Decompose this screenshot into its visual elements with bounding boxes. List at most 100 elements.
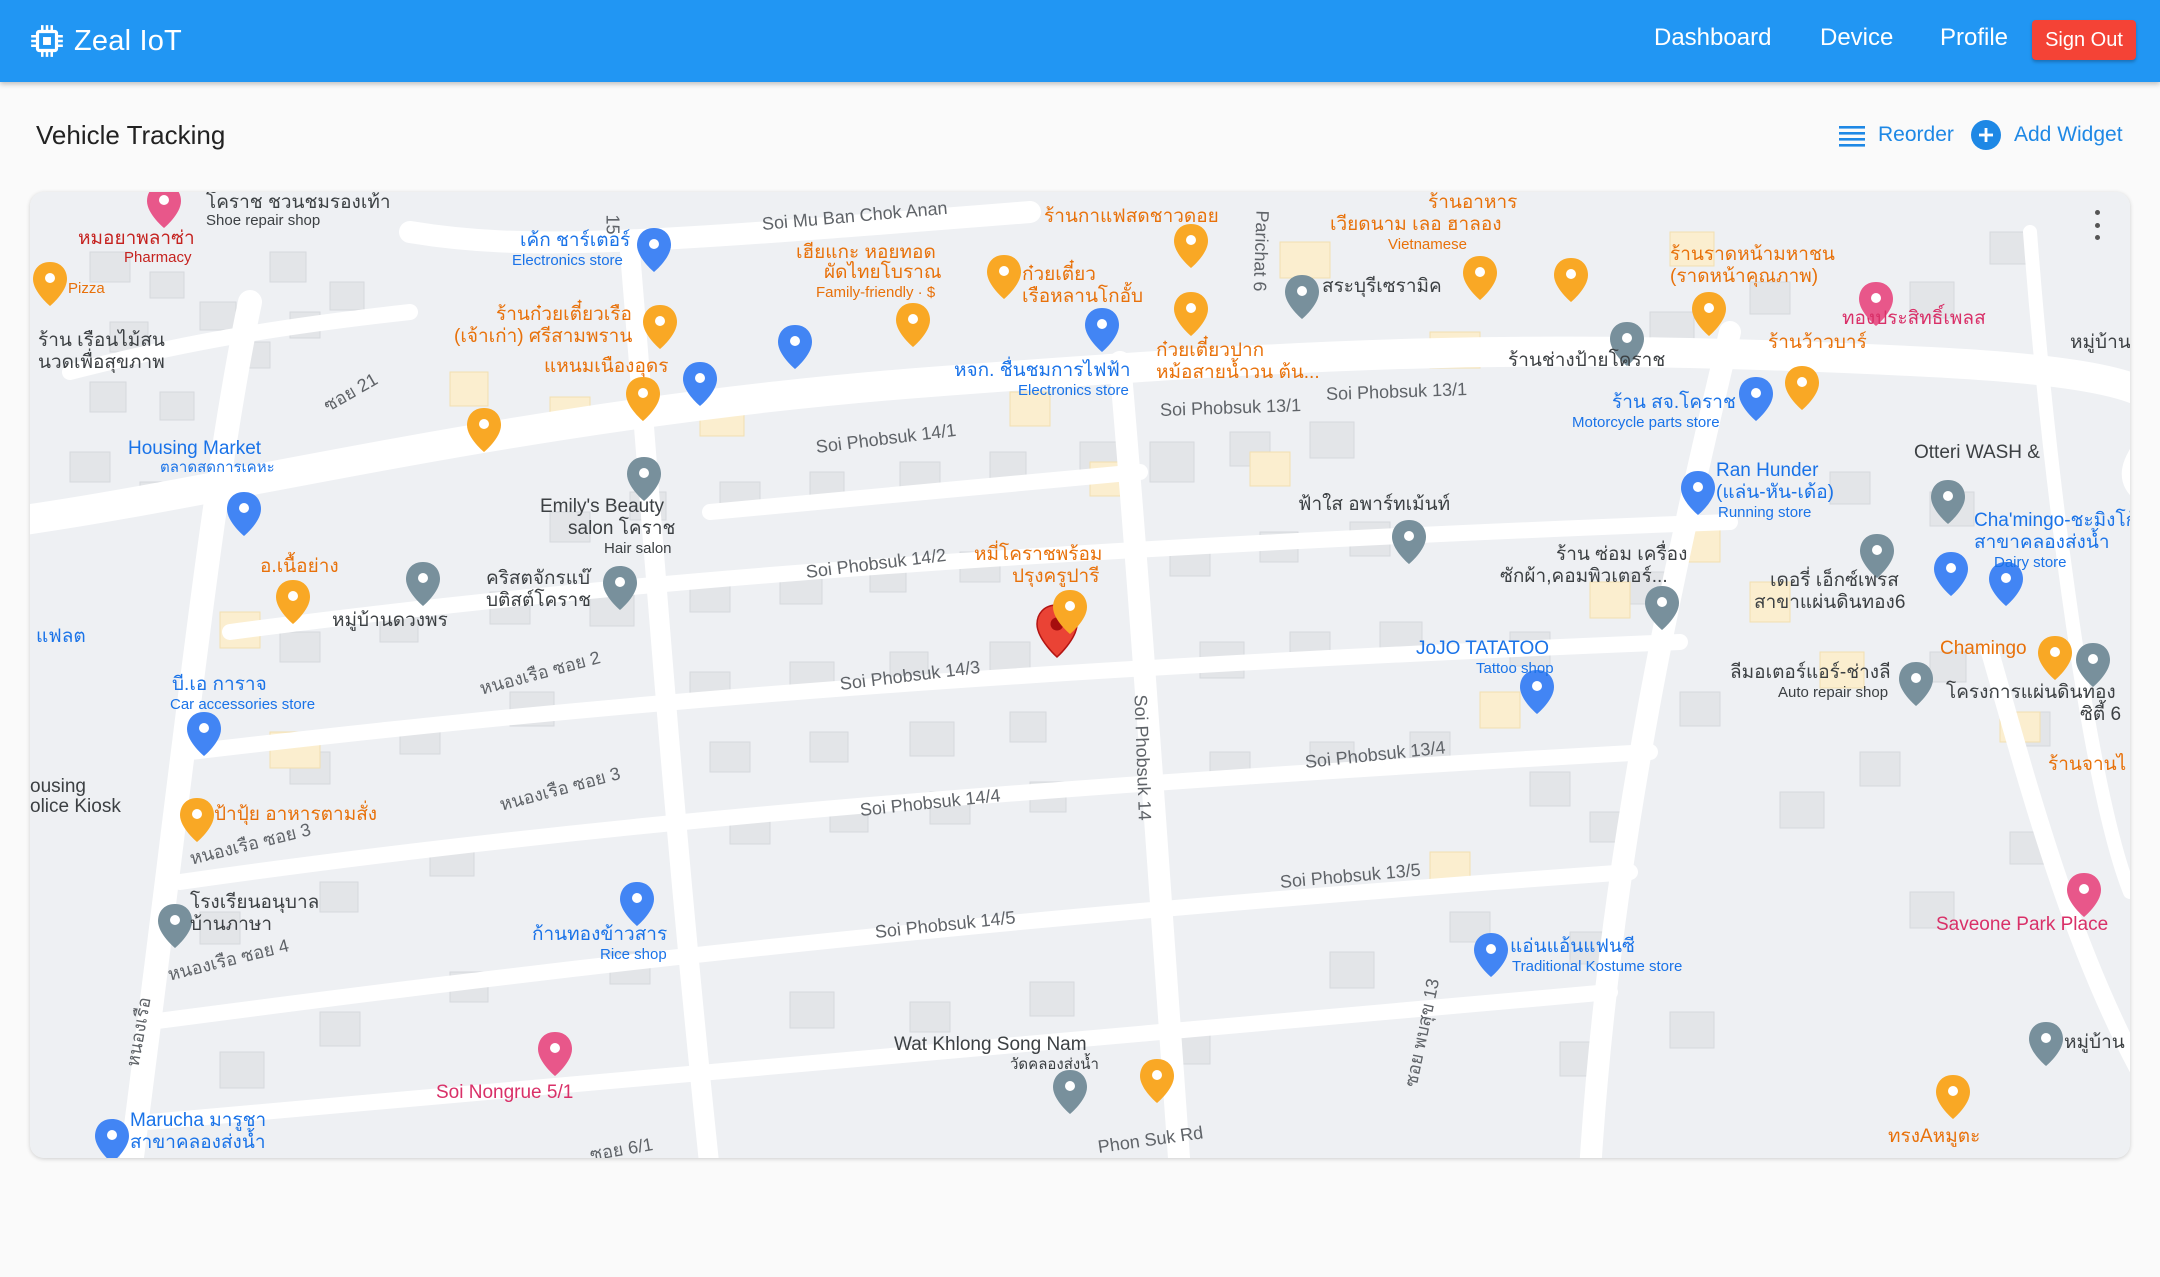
place-label: ก้านทองข้าวสาร [532, 924, 668, 945]
place-label: หมู่บ้าน [2070, 332, 2130, 353]
place-label: Marucha มารูชา [130, 1110, 267, 1131]
place-category: Traditional Kostume store [1512, 958, 1683, 975]
place-category: วัดคลองส่งน้ำ [1010, 1056, 1099, 1073]
add-widget-button[interactable]: Add Widget [1970, 119, 2123, 151]
place-label: (เจ้าเก่า) ศรีสามพราน [454, 326, 633, 347]
place-label: ก๋วยเตี๋ยวปาก [1156, 340, 1265, 361]
place-label: Chamingo [1940, 638, 2027, 659]
place-category: Family-friendly · $ [816, 284, 936, 301]
place-label: ป้าปุ้ย อาหารตามสั่ง [214, 804, 378, 825]
place-category: Vietnamese [1388, 236, 1467, 253]
nav-dashboard-link[interactable]: Dashboard [1654, 24, 1771, 52]
place-label: Emily's Beauty [540, 496, 665, 517]
place-label: หมี่โคราชพร้อม [974, 544, 1103, 565]
place-label: บี.เอ การาจ [172, 674, 267, 695]
place-label: Saveone Park Place [1936, 914, 2109, 935]
place-label: แอ่นแอ้นแฟนซี [1510, 936, 1635, 957]
place-label: (ราดหน้าคุณภาพ) [1670, 266, 1819, 287]
place-label: ร้านราดหน้ามหาชน [1670, 244, 1835, 265]
place-label: นวดเพื่อสุขภาพ [38, 352, 165, 373]
place-label: เดอรี่ เอ็กซ์เพรส [1770, 570, 1899, 591]
place-category: Auto repair shop [1778, 684, 1889, 701]
place-label: ร้านอาหาร [1428, 192, 1518, 213]
place-label: สาขาคลองส่งน้ำ [1974, 532, 2110, 553]
brand-logo-link[interactable]: Zeal IoT [28, 18, 182, 64]
place-label: Cha'mingo-ชะมิงโก้ [1974, 510, 2130, 531]
place-label: ฟ้าใส อพาร์ทเม้นท์ [1298, 494, 1451, 515]
place-label: บติสต์โคราช [486, 590, 592, 611]
place-label: ซิตี้ 6 [2080, 704, 2122, 725]
place-label: เวียดนาม เลอ ฮาลอง [1330, 214, 1502, 235]
place-category: Running store [1718, 504, 1812, 521]
place-label: สาขาแผ่นดินทอง6 [1754, 592, 1906, 613]
place-label: Housing Market [128, 438, 262, 459]
page-title: Vehicle Tracking [36, 120, 226, 150]
place-label: ร้านก๋วยเตี๋ยวเรือ [496, 304, 632, 325]
place-label: Soi Nongrue 5/1 [436, 1082, 574, 1103]
reorder-button[interactable]: Reorder [1838, 119, 1954, 151]
place-category: ตลาดสดการเคหะ [160, 459, 275, 476]
place-label: แหนมเนืองอุดร [544, 356, 669, 377]
place-label: เฮียแกะ หอยทอด [796, 242, 936, 263]
nav-device-link[interactable]: Device [1820, 24, 1893, 52]
place-label: JoJO TATATOO [1416, 638, 1550, 659]
place-label: olice Kiosk [30, 796, 121, 817]
place-label: หมอยาพลาซ่า [78, 228, 195, 249]
place-label: ซักผ้า,คอมพิวเตอร์... [1500, 566, 1668, 587]
place-label: คริสตจักรแบ๊ [486, 568, 590, 589]
place-label: ปรุงครูปารี [1012, 566, 1100, 587]
place-category: Tattoo shop [1476, 660, 1554, 677]
place-label: เรือหลานโกอั้บ [1022, 286, 1144, 307]
place-label: ร้านช่างป้ายโคราช [1508, 350, 1666, 371]
place-label: ทองประสิทธิ์เพลส [1842, 308, 1986, 329]
nav-profile-link[interactable]: Profile [1940, 24, 2008, 52]
place-category: Dairy store [1994, 554, 2067, 571]
place-label: ร้าน เรือนไม้สน [38, 330, 165, 351]
place-label: ผัดไทยโบราณ [824, 262, 942, 283]
place-label: บ้านภาษา [190, 914, 273, 935]
place-label: แฟลต [36, 626, 86, 647]
place-label: หม้อสายน้ำวน ต้น... [1156, 362, 1320, 383]
place-category: Rice shop [600, 946, 667, 963]
chip-icon [31, 25, 63, 57]
place-label: โรงเรียนอนุบาล [190, 892, 320, 913]
place-category: Shoe repair shop [206, 212, 321, 229]
place-category: Electronics store [1018, 382, 1129, 399]
place-category: Car accessories store [170, 696, 316, 713]
sign-out-button[interactable]: Sign Out [2032, 20, 2136, 60]
place-category: Pharmacy [124, 249, 192, 266]
app-title: Zeal IoT [74, 24, 182, 57]
place-label: Otteri WASH & [1914, 442, 2040, 463]
place-label: สาขาคลองส่งน้ำ [130, 1132, 266, 1153]
place-label: สระบุรีเซรามิค [1322, 276, 1442, 297]
place-label: ร้านจานไ [2048, 754, 2127, 775]
hotel-pin-icons [147, 192, 2101, 1076]
add-circle-icon [1971, 120, 2001, 150]
place-label: ร้านกาแฟสดชาวดอย [1044, 206, 1219, 227]
place-category: Electronics store [512, 252, 623, 269]
place-category: Hair salon [604, 540, 672, 557]
place-label: ก๋วยเตี๋ยว [1022, 264, 1096, 285]
place-label: หมู่บ้านดวงพร [332, 610, 448, 631]
place-label: เค้ก ชาร์เตอร์ [520, 230, 631, 251]
add-widget-label: Add Widget [2014, 123, 2123, 146]
reorder-icon [1839, 126, 1865, 147]
place-label: ร้าน ซ่อม เครื่อง [1556, 544, 1688, 565]
place-label: Pizza [68, 280, 105, 297]
place-label: ลีมอเตอร์แอร์-ช่างลี [1730, 662, 1891, 683]
place-label: ทรงAหมูตะ [1888, 1126, 1981, 1147]
place-label: Wat Khlong Song Nam [894, 1034, 1087, 1055]
top-navbar: Zeal IoT Dashboard Device Profile Sign O… [0, 0, 2160, 82]
place-label: salon โคราช [568, 518, 676, 539]
place-label: (แล่น-หัน-เด้อ) [1716, 482, 1834, 503]
place-label: หจก. ชื่นชมการไฟฟ้า [954, 360, 1131, 381]
reorder-label: Reorder [1878, 123, 1954, 146]
place-label: โครงการแผ่นดินทอง [1946, 682, 2116, 703]
place-label: Ran Hunder [1716, 460, 1819, 481]
place-label: อ.เนื้อย่าง [260, 556, 339, 577]
place-label: ร้าน สจ.โคราช [1612, 392, 1736, 413]
place-category: Motorcycle parts store [1572, 414, 1720, 431]
place-label: หมู่บ้าน [2064, 1032, 2125, 1053]
place-label: ousing [30, 776, 86, 797]
vehicle-tracking-map[interactable]: Soi Mu Ban Chok Anan Soi Phobsuk 13/1 So… [30, 192, 2130, 1158]
